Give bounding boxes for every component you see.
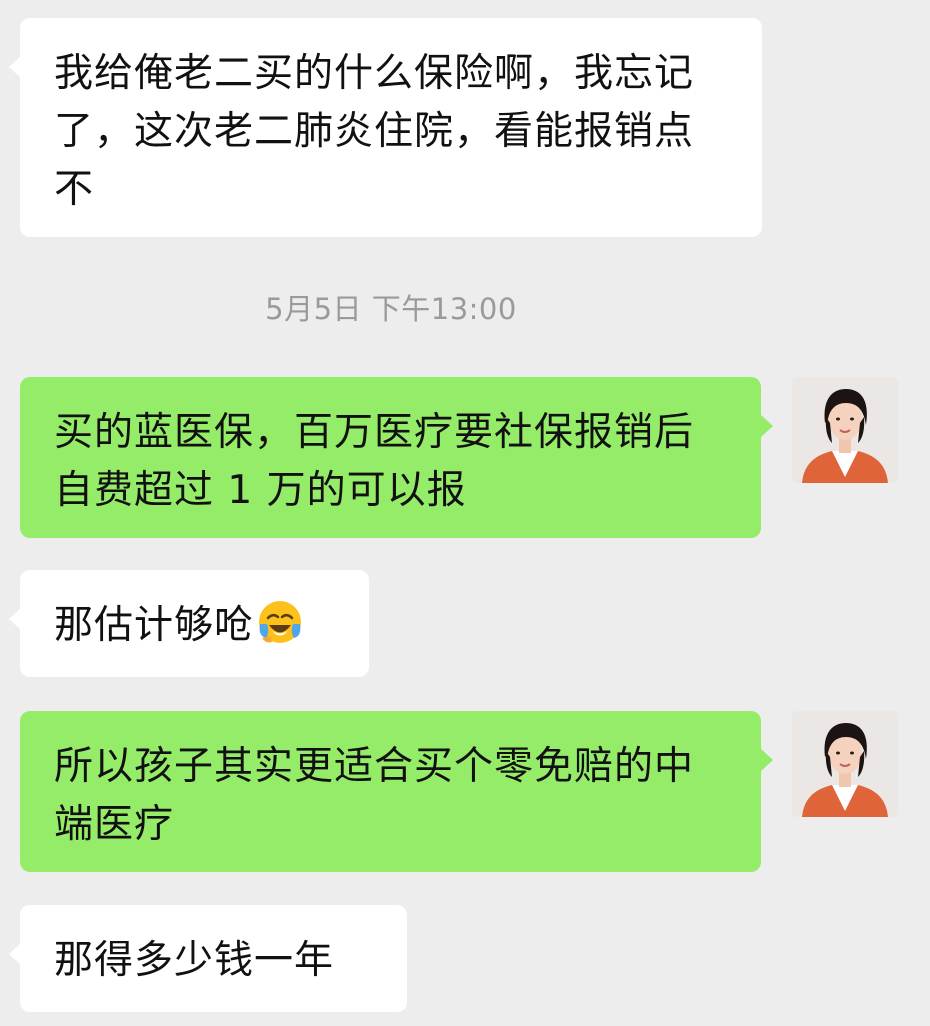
message-text: 所以孩子其实更适合买个零免赔的中端医疗	[54, 744, 695, 847]
message-bubble-outgoing[interactable]: 所以孩子其实更适合买个零免赔的中端医疗	[20, 711, 773, 872]
message-text: 买的蓝医保，百万医疗要社保报销后自费超过 1 万的可以报	[54, 410, 695, 513]
user-avatar-photo-icon	[792, 711, 898, 817]
avatar[interactable]	[792, 711, 898, 817]
message-timestamp: 5月5日 下午13:00	[265, 292, 517, 326]
message-text: 那估计够呛	[54, 603, 255, 648]
message-bubble-incoming[interactable]: 那得多少钱一年	[9, 905, 407, 1012]
face-with-tears-of-joy-emoji-icon	[259, 601, 302, 643]
message-text: 那得多少钱一年	[54, 938, 335, 983]
message-bubble-incoming[interactable]: 我给俺老二买的什么保险啊，我忘记了，这次老二肺炎住院，看能报销点不	[9, 18, 762, 237]
message-text: 我给俺老二买的什么保险啊，我忘记了，这次老二肺炎住院，看能报销点不	[54, 51, 695, 212]
message-bubble-outgoing[interactable]: 买的蓝医保，百万医疗要社保报销后自费超过 1 万的可以报	[20, 377, 773, 538]
user-avatar-photo-icon	[792, 377, 898, 483]
message-bubble-incoming[interactable]: 那估计够呛	[9, 570, 369, 677]
avatar[interactable]	[792, 377, 898, 483]
